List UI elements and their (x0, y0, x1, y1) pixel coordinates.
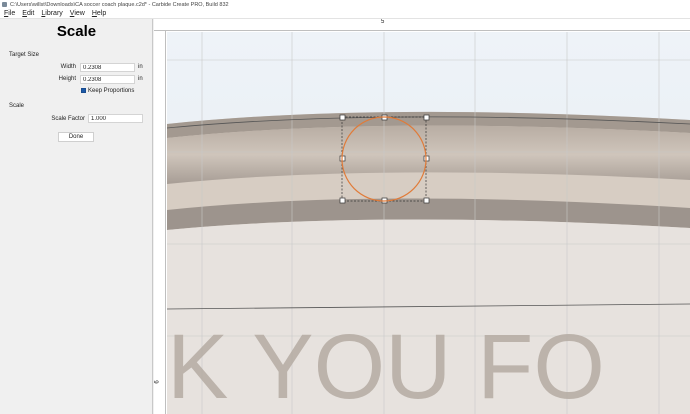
width-label: Width (60, 64, 76, 70)
resize-handle-sw[interactable] (339, 197, 346, 204)
app-icon (2, 2, 7, 7)
resize-handle-ne[interactable] (423, 114, 430, 121)
title-bar: C:\Users\willst\Downloads\CA soccer coac… (0, 0, 690, 9)
width-input[interactable] (80, 63, 135, 72)
width-unit: in (138, 64, 143, 70)
design-canvas[interactable]: 5 6 K YOU FO (154, 19, 690, 414)
scale-factor-label: Scale Factor (51, 116, 85, 122)
plaque-engraved-text: K YOU FO (167, 316, 605, 414)
menu-help[interactable]: Help (92, 10, 106, 17)
resize-handle-nw[interactable] (339, 114, 346, 121)
window-title: C:\Users\willst\Downloads\CA soccer coac… (10, 1, 229, 8)
menu-edit[interactable]: Edit (22, 10, 34, 17)
scale-factor-input[interactable] (88, 114, 143, 123)
target-size-label: Target Size (9, 52, 40, 58)
menu-file[interactable]: File (4, 10, 15, 17)
scale-panel: Scale Target Size Width in Height in Kee… (0, 19, 153, 414)
resize-handle-se[interactable] (423, 197, 430, 204)
height-unit: in (138, 76, 143, 82)
height-label: Height (58, 76, 76, 82)
ruler-left: 6 (154, 31, 166, 414)
keep-proportions-label[interactable]: Keep Proportions (88, 88, 134, 94)
done-button[interactable]: Done (58, 132, 94, 142)
height-input[interactable] (80, 75, 135, 84)
menu-bar: File Edit Library View Help (0, 9, 690, 19)
ruler-left-label: 6 (154, 380, 161, 384)
scale-section-label: Scale (9, 103, 25, 109)
panel-title: Scale (56, 23, 97, 40)
keep-proportions-checkbox[interactable] (81, 88, 86, 93)
ruler-top: 5 (154, 19, 690, 31)
canvas-viewport[interactable]: K YOU FO (167, 32, 690, 414)
menu-library[interactable]: Library (41, 10, 62, 17)
canvas-drawing[interactable]: K YOU FO (167, 32, 690, 414)
menu-view[interactable]: View (70, 10, 85, 17)
ruler-top-label: 5 (381, 19, 385, 25)
